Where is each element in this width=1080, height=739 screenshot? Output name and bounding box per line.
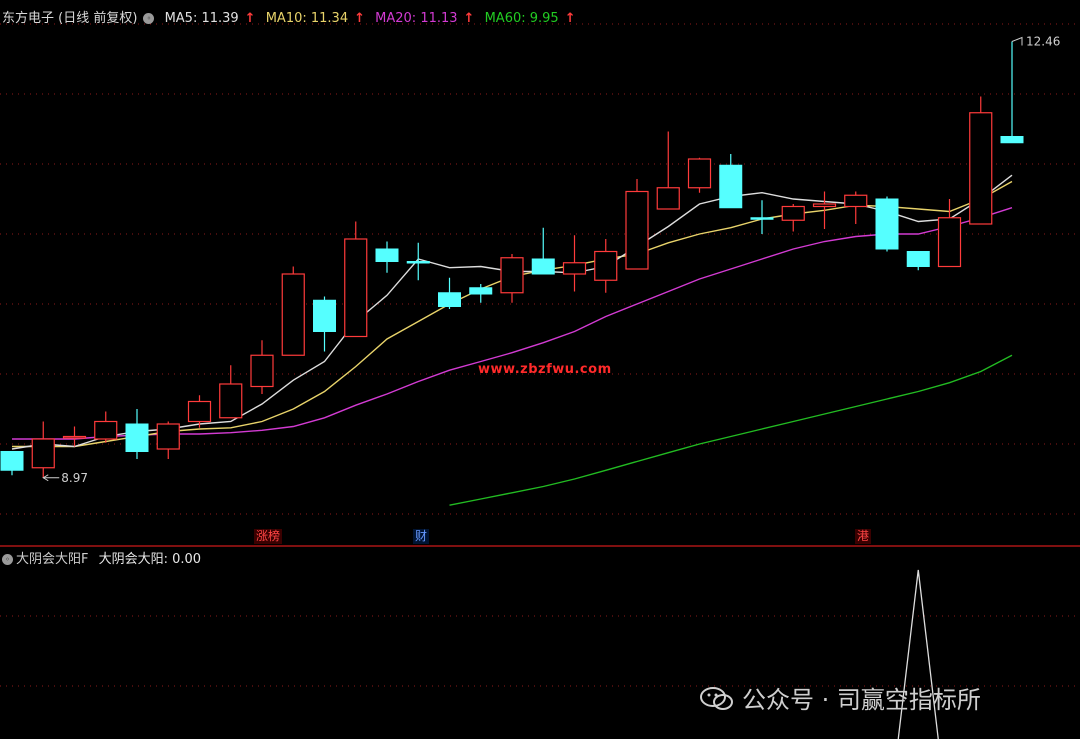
candle [375,241,399,273]
ma5-line [11,174,1013,450]
candle [125,409,149,459]
candle [625,179,649,270]
candle [594,239,618,293]
candle-body [875,198,899,250]
candle [0,451,24,476]
high-pointer [1011,36,1023,46]
high-label: 12.46 [1026,35,1060,49]
candle [156,421,180,459]
candle-body [0,451,24,471]
candle [469,284,493,303]
candle-body [719,164,743,209]
candle-body [250,354,274,388]
candle-body [625,190,649,270]
candle [344,221,368,338]
candle [781,204,805,232]
candle [250,340,274,394]
candle-body [906,251,930,267]
candle-body [156,423,180,450]
indicator-name[interactable]: 大阴会大阳F [16,552,88,567]
candle [562,235,587,292]
tag-zhangbang[interactable]: 涨榜 [254,529,283,544]
candle-body [313,299,336,332]
candle-body [812,203,837,208]
candle-body [344,238,368,338]
ma60-line [449,354,1013,506]
low-label: 8.97 [61,471,88,485]
candle [844,191,868,224]
candle-body [62,435,87,439]
candle [31,421,55,478]
ma5-label: MA5: 11.39 ↑ [164,11,256,26]
account-name: 公众号 · 司赢空指标所 [742,686,981,714]
candle-body [125,423,149,452]
candle [281,266,305,356]
candle-body [187,400,212,423]
candle [875,196,899,252]
ma10-line [12,180,1013,448]
indicator-value: 大阴会大阳: 0.00 [98,552,202,567]
stock-title[interactable]: 东方电子 (日线 前复权) [2,11,137,26]
candle [656,131,680,210]
candle-body [438,292,461,307]
candle [1000,41,1024,144]
candle-body [31,438,55,469]
candle-body [781,205,805,221]
candle-body [656,187,680,210]
candle [94,411,118,443]
ma20-label: MA20: 11.13 ↑ [375,11,475,26]
ma10-label: MA10: 11.34 ↑ [265,11,366,26]
ma60-path [449,354,1013,506]
tag-gang[interactable]: 港 [855,529,872,544]
chart-grid [0,23,1080,687]
candle-body [750,217,774,220]
candle [313,296,336,352]
candle-body [969,112,993,225]
candle [438,277,461,309]
candle [219,365,243,419]
candle-body [500,257,524,294]
candle-body [844,194,868,208]
candle-body [531,258,555,275]
account-watermark: 公众号 · 司赢空指标所 [700,680,981,715]
candle-body [562,262,587,275]
ma60-label: MA60: 9.95 ↑ [484,11,576,26]
settings-icon[interactable]: ◦ [143,13,155,24]
candle [406,242,430,281]
candle [906,251,930,271]
ma10-path [12,180,1013,448]
candle-body [687,158,712,189]
candle [500,254,524,303]
candle [687,157,712,193]
candle-body [219,383,243,419]
candle-body [469,287,493,295]
candle [812,191,837,229]
candle-body [1000,136,1024,144]
candle [531,227,555,275]
ma5-path [11,174,1013,450]
candle-body [281,273,305,356]
candle-body [937,217,962,268]
candle-body [594,250,618,281]
chart-header: 东方电子 (日线 前复权) ◦ MA5: 11.39 ↑ MA10: 11.34 ↑ … [2,7,582,26]
indicator-settings-icon[interactable]: ◦ [2,554,13,565]
candles [0,41,1024,478]
candle-body [375,248,399,262]
tag-cai[interactable]: 财 [413,529,430,544]
site-watermark: www.zbzfwu.com [478,362,612,377]
candle-body [94,420,118,440]
wechat-icon [700,687,733,710]
candle [969,96,993,225]
candle-body [406,261,430,264]
indicator-header: ◦ 大阴会大阳F 大阴会大阳: 0.00 [2,548,201,567]
candle [719,154,743,209]
